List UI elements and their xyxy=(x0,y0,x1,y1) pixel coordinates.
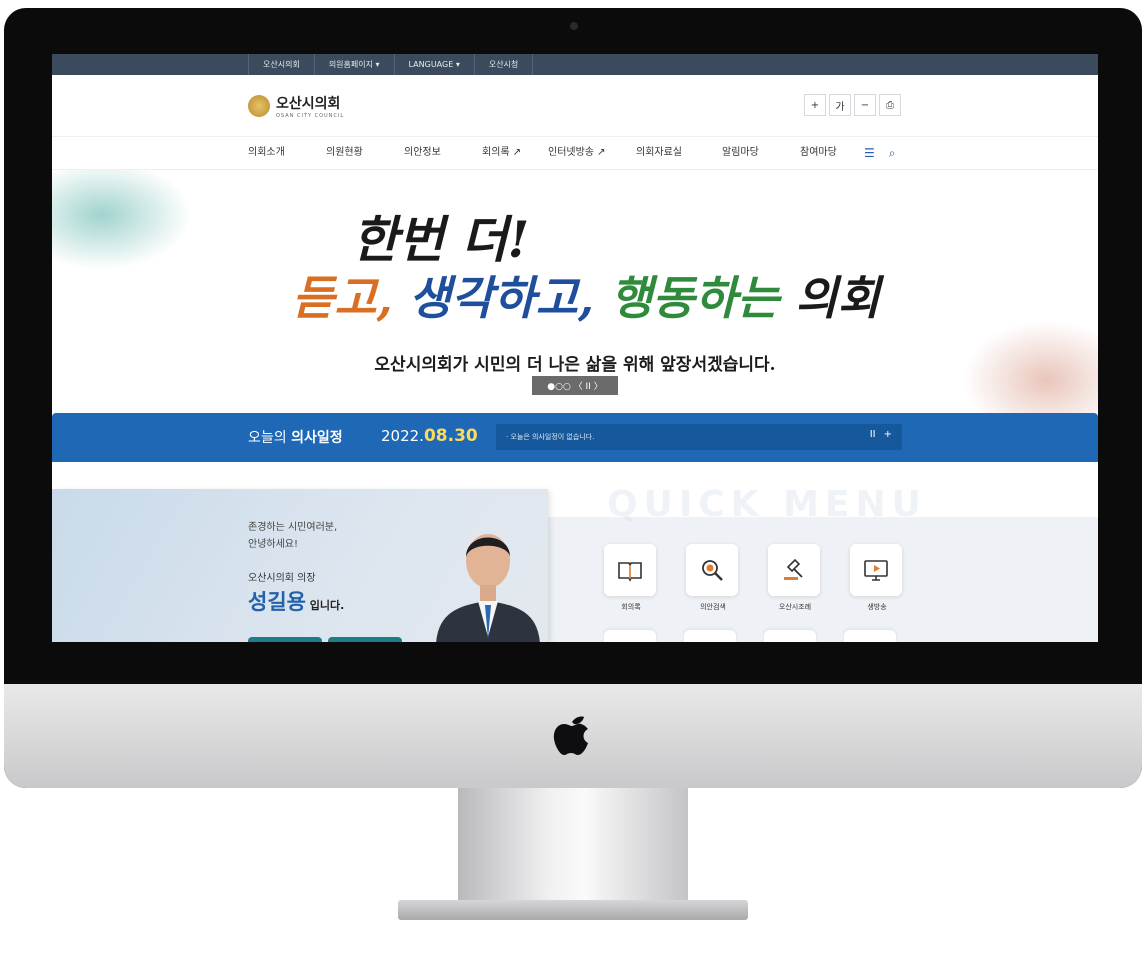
nav-item-intro[interactable]: 의회소개 xyxy=(248,137,326,169)
schedule-date-year: 2022. xyxy=(381,427,424,445)
quick-label-minutes: 회의록 xyxy=(621,603,641,611)
search-icon[interactable]: ⌕ xyxy=(889,146,896,161)
print-button[interactable]: ⎙ xyxy=(879,94,901,116)
quick-item-partial[interactable] xyxy=(684,630,736,642)
quick-menu: 회의록 의안검색 오산시조례 생방송 xyxy=(604,544,904,612)
quick-item-partial[interactable] xyxy=(764,630,816,642)
monitor-stand xyxy=(458,788,688,910)
apple-logo-icon xyxy=(553,716,588,755)
logo-name: 오산시의회 xyxy=(276,96,341,112)
speaker-greeting-card: 존경하는 시민여러분, 안녕하세요! 오산시의회 의장 성길용 입니다. xyxy=(52,489,548,642)
magnifier-icon xyxy=(702,560,723,581)
quick-item-live[interactable]: 생방송 xyxy=(850,544,904,612)
camera-icon xyxy=(570,22,578,30)
schedule-box: · 오늘은 의사일정이 없습니다. II + xyxy=(496,424,902,450)
site-logo[interactable]: 오산시의회 OSAN CITY COUNCIL xyxy=(248,93,344,119)
speaker-name: 성길용 xyxy=(248,590,306,614)
speaker-photo xyxy=(436,534,540,642)
slogan-act: 행동하는 xyxy=(609,271,780,325)
lower-section: QUICK MENU 존경하는 시민여러분, 안녕하세요! 오산시의회 의장 성… xyxy=(52,462,1098,642)
nav-item-notice[interactable]: 알림마당 xyxy=(722,137,800,169)
quick-item-ordinance[interactable]: 오산시조례 xyxy=(768,544,822,612)
today-schedule-bar: 오늘의 의사일정 2022.08.30 · 오늘은 의사일정이 없습니다. II… xyxy=(52,413,1098,462)
slider-controls[interactable]: ●○○ 〈 II 〉 xyxy=(532,376,618,395)
site-header: 오산시의회 OSAN CITY COUNCIL + 가 − ⎙ xyxy=(52,75,1098,137)
watercolor-splash-teal xyxy=(52,170,192,270)
schedule-label-title: 의사일정 xyxy=(291,430,343,446)
quick-label-ordinance: 오산시조례 xyxy=(778,603,812,611)
slogan-listen: 듣고, xyxy=(292,271,393,325)
quick-label-bill-search: 의안검색 xyxy=(700,603,726,611)
topbar-link-council[interactable]: 오산시의회 xyxy=(248,54,314,75)
slogan-council: 의회 xyxy=(795,271,880,325)
hero-slogan: 듣고, 생각하고, 행동하는 의회 xyxy=(292,262,880,328)
monitor-base xyxy=(398,900,748,920)
book-icon xyxy=(618,562,642,582)
menu-icon[interactable]: ☰ xyxy=(864,146,875,161)
quick-item-partial[interactable] xyxy=(604,630,656,642)
topbar-link-member-homepage[interactable]: 의원홈페이지 ▾ xyxy=(313,54,394,75)
pause-button[interactable]: II xyxy=(870,429,876,440)
nav-item-participation[interactable]: 참여마당 xyxy=(800,137,860,169)
schedule-label: 오늘의 의사일정 xyxy=(248,427,343,447)
font-reset-button[interactable]: 가 xyxy=(829,94,851,116)
speaker-suffix: 입니다. xyxy=(305,599,345,612)
slogan-think: 생각하고, xyxy=(408,271,594,325)
more-button[interactable]: + xyxy=(884,429,892,440)
greeting-text: 존경하는 시민여러분, 안녕하세요! xyxy=(248,519,337,553)
emblem-icon xyxy=(248,95,270,117)
nav-item-members[interactable]: 의원현황 xyxy=(326,137,404,169)
hero-subline: 오산시의회가 시민의 더 나은 삶을 위해 앞장서겠습니다. xyxy=(374,355,776,375)
greeting-line-1: 존경하는 시민여러분, xyxy=(248,522,338,533)
quick-menu-bg-text: QUICK MENU xyxy=(607,484,927,525)
screen: 오산시의회 의원홈페이지 ▾ LANGUAGE ▾ 오산시청 오산시의회 OSA… xyxy=(52,54,1098,642)
speaker-button-2[interactable] xyxy=(328,637,402,642)
quick-item-partial[interactable] xyxy=(844,630,896,642)
topbar-link-city-hall[interactable]: 오산시청 xyxy=(473,54,534,75)
nav-item-broadcast[interactable]: 인터넷방송 ↗ xyxy=(548,137,636,169)
quick-label-live: 생방송 xyxy=(867,603,887,611)
logo-subtitle: OSAN CITY COUNCIL xyxy=(276,113,345,119)
nav-item-archive[interactable]: 의회자료실 xyxy=(636,137,722,169)
main-visual: 한번 더! 듣고, 생각하고, 행동하는 의회 오산시의회가 시민의 더 나은 … xyxy=(52,170,1098,414)
schedule-label-prefix: 오늘의 xyxy=(248,430,292,446)
font-tools: + 가 − ⎙ xyxy=(804,94,901,116)
quick-item-bill-search[interactable]: 의안검색 xyxy=(686,544,740,612)
nav-item-bills[interactable]: 의안정보 xyxy=(404,137,482,169)
schedule-date-day: 08.30 xyxy=(423,426,478,446)
topbar-language-dropdown[interactable]: LANGUAGE ▾ xyxy=(393,54,474,75)
greeting-line-2: 안녕하세요! xyxy=(248,539,299,550)
speaker-button-1[interactable] xyxy=(248,637,322,642)
main-nav: 의회소개 의원현황 의안정보 회의록 ↗ 인터넷방송 ↗ 의회자료실 알림마당 … xyxy=(52,137,1098,170)
utility-bar: 오산시의회 의원홈페이지 ▾ LANGUAGE ▾ 오산시청 xyxy=(52,54,1098,75)
quick-menu-row-2 xyxy=(604,630,896,642)
gavel-icon xyxy=(784,558,803,580)
speaker-title: 오산시의회 의장 xyxy=(248,573,316,584)
zoom-in-button[interactable]: + xyxy=(804,94,826,116)
speaker-name-line: 성길용 입니다. xyxy=(248,586,344,616)
monitor-play-icon xyxy=(864,560,888,581)
quick-item-minutes[interactable]: 회의록 xyxy=(604,544,658,612)
nav-item-minutes[interactable]: 회의록 ↗ xyxy=(482,137,548,169)
schedule-date: 2022.08.30 xyxy=(381,426,478,446)
zoom-out-button[interactable]: − xyxy=(854,94,876,116)
schedule-message: · 오늘은 의사일정이 없습니다. xyxy=(506,433,595,441)
